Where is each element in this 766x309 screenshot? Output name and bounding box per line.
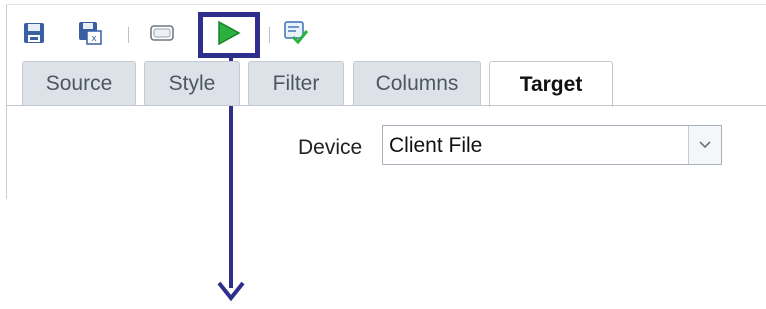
toolbar: x [20, 14, 360, 54]
device-select[interactable]: Client File [382, 125, 722, 165]
validate-button[interactable] [282, 19, 310, 47]
svg-text:x: x [91, 34, 97, 44]
device-select-value: Client File [389, 134, 483, 157]
dropdown-toggle[interactable] [688, 126, 721, 164]
tab-target[interactable]: Target [489, 61, 613, 107]
run-button-highlight [198, 12, 260, 58]
tab-columns[interactable]: Columns [353, 61, 481, 105]
preview-button[interactable] [148, 19, 176, 47]
tab-style[interactable]: Style [144, 61, 240, 105]
tab-bar: Source Style Filter Columns Target [0, 61, 766, 107]
chevron-down-icon [699, 141, 711, 149]
tab-source[interactable]: Source [22, 61, 136, 105]
toolbar-separator [128, 27, 129, 43]
toolbar-separator [269, 27, 270, 43]
preview-icon [150, 25, 174, 41]
validate-icon [284, 21, 309, 45]
tab-divider [6, 105, 766, 106]
tab-filter[interactable]: Filter [248, 61, 344, 105]
device-label: Device [298, 136, 363, 159]
save-button[interactable] [20, 19, 48, 47]
save-icon [24, 23, 44, 43]
save-as-icon: x [79, 22, 102, 45]
save-as-button[interactable]: x [76, 19, 104, 47]
down-arrow-icon [217, 281, 245, 302]
